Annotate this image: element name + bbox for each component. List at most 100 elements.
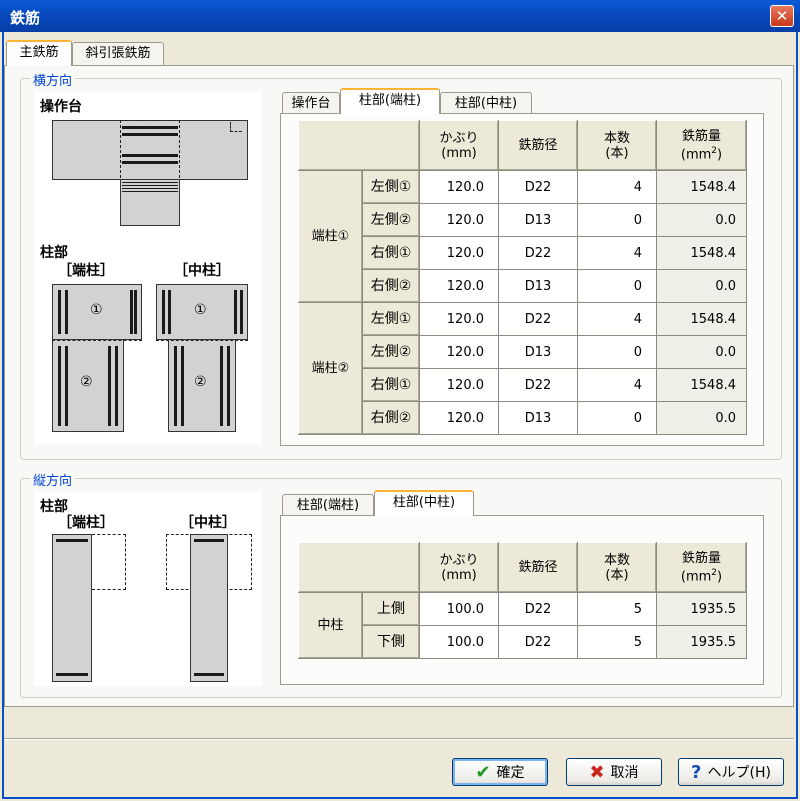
cover-cell[interactable]: 120.0 xyxy=(419,302,499,336)
rebar-line xyxy=(122,126,178,129)
tab-label: 柱部(中柱) xyxy=(392,495,456,510)
diameter-cell[interactable]: D22 xyxy=(498,302,578,336)
rebar-line xyxy=(122,188,178,189)
header-text: かぶり xyxy=(439,130,479,146)
header-text: かぶり xyxy=(439,552,479,568)
diameter-header: 鉄筋径 xyxy=(498,120,578,171)
side-label: 下側 xyxy=(362,625,420,659)
cover-cell[interactable]: 100.0 xyxy=(419,625,499,659)
ok-button[interactable]: ✔ 確定 xyxy=(452,758,548,786)
tab-label: 柱部(中柱) xyxy=(454,96,518,111)
tab-diagonal-rebar[interactable]: 斜引張鉄筋 xyxy=(72,42,164,66)
diagram-label-end-column: ［端柱］ xyxy=(58,515,114,531)
diagram-label-mid-column: ［中柱］ xyxy=(174,263,230,279)
rebar-line xyxy=(56,539,88,542)
diameter-cell[interactable]: D13 xyxy=(498,401,578,435)
diameter-cell[interactable]: D22 xyxy=(498,625,578,659)
table-row: 右側② 120.0 D13 0 0.0 xyxy=(299,269,747,303)
tab-column-mid[interactable]: 柱部(中柱) xyxy=(374,490,474,516)
table-row: 右側② 120.0 D13 0 0.0 xyxy=(299,401,747,435)
diameter-cell[interactable]: D13 xyxy=(498,269,578,303)
table-row: 中柱 上側 100.0 D22 5 1935.5 xyxy=(298,592,747,659)
rebar-line xyxy=(174,346,177,426)
amount-cell: 0.0 xyxy=(656,269,747,303)
amount-cell: 0.0 xyxy=(656,401,747,435)
rebar-line xyxy=(122,161,178,164)
cancel-label: 取消 xyxy=(610,765,639,781)
rebar-line xyxy=(227,346,230,426)
count-cell[interactable]: 0 xyxy=(577,335,657,369)
cancel-button[interactable]: ✖ 取消 xyxy=(566,758,662,786)
diameter-cell[interactable]: D22 xyxy=(498,236,578,270)
count-cell[interactable]: 5 xyxy=(577,592,657,626)
cover-cell[interactable]: 100.0 xyxy=(419,592,499,626)
count-cell[interactable]: 0 xyxy=(577,401,657,435)
vertical-group-label: 縦方向 xyxy=(30,470,76,489)
table-row: 端柱① 左側① 120.0 D22 4 1548.4 xyxy=(298,170,747,303)
vertical-rebar-table: かぶり (mm) 鉄筋径 本数 (本) 鉄筋量 (mm2) 中柱 上側 100.0 D… xyxy=(298,542,747,659)
group-label: 中柱 xyxy=(298,592,363,659)
amount-cell: 1548.4 xyxy=(656,368,747,402)
amount-cell: 1548.4 xyxy=(656,302,747,336)
header-unit: (本) xyxy=(605,145,629,161)
count-cell[interactable]: 0 xyxy=(577,203,657,237)
side-label: 右側② xyxy=(362,401,420,435)
diameter-cell[interactable]: D13 xyxy=(498,335,578,369)
amount-cell: 1548.4 xyxy=(656,236,747,270)
count-cell[interactable]: 4 xyxy=(577,236,657,270)
diagram-label-column: 柱部 xyxy=(40,245,68,261)
count-cell[interactable]: 4 xyxy=(577,368,657,402)
count-cell[interactable]: 4 xyxy=(577,170,657,204)
amount-cell: 0.0 xyxy=(656,335,747,369)
horizontal-diagram: 操作台 柱部 ［端柱］ ［中柱］ ① ② ① ② xyxy=(34,92,262,444)
cover-cell[interactable]: 120.0 xyxy=(419,203,499,237)
amount-header: 鉄筋量 (mm2) xyxy=(656,542,747,593)
diameter-cell[interactable]: D22 xyxy=(498,170,578,204)
count-cell[interactable]: 5 xyxy=(577,625,657,659)
horizontal-rebar-table: かぶり (mm) 鉄筋径 本数 (本) 鉄筋量 (mm2) 端柱① 左側① 120.0… xyxy=(298,120,747,435)
cover-cell[interactable]: 120.0 xyxy=(419,269,499,303)
cover-cell[interactable]: 120.0 xyxy=(419,335,499,369)
platform-column-shape xyxy=(120,180,180,226)
close-icon: ✕ xyxy=(775,7,789,25)
diameter-cell[interactable]: D13 xyxy=(498,203,578,237)
rebar-line xyxy=(122,191,178,192)
cover-cell[interactable]: 120.0 xyxy=(419,401,499,435)
tab-main-rebar[interactable]: 主鉄筋 xyxy=(6,40,72,66)
corner-header xyxy=(298,120,420,171)
mid-column-shape xyxy=(190,534,228,682)
corner-header xyxy=(298,542,420,593)
rebar-line xyxy=(115,346,118,426)
amount-cell: 1935.5 xyxy=(656,592,747,626)
side-label: 左側① xyxy=(362,170,420,204)
table-row: 端柱② 左側① 120.0 D22 4 1548.4 xyxy=(298,302,747,435)
divider-dash xyxy=(156,340,248,341)
horizontal-group-label: 横方向 xyxy=(30,70,76,89)
cover-cell[interactable]: 120.0 xyxy=(419,170,499,204)
help-button[interactable]: ? ヘルプ(H) xyxy=(678,758,784,786)
cover-cell[interactable]: 120.0 xyxy=(419,236,499,270)
corner-mark xyxy=(230,122,242,132)
diagram-label-mid-column: ［中柱］ xyxy=(180,515,236,531)
tab-column-end[interactable]: 柱部(端柱) xyxy=(340,88,440,114)
divider-dash xyxy=(52,340,142,341)
rebar-line xyxy=(181,346,184,426)
diameter-cell[interactable]: D22 xyxy=(498,368,578,402)
table-row: 右側① 120.0 D22 4 1548.4 xyxy=(299,236,747,270)
cover-cell[interactable]: 120.0 xyxy=(419,368,499,402)
count-cell[interactable]: 4 xyxy=(577,302,657,336)
rebar-line xyxy=(122,185,178,186)
cover-header: かぶり (mm) xyxy=(419,542,499,593)
side-label: 左側② xyxy=(362,335,420,369)
side-label: 右側① xyxy=(362,368,420,402)
rebar-line xyxy=(168,290,171,334)
close-button[interactable]: ✕ xyxy=(770,5,794,27)
count-cell[interactable]: 0 xyxy=(577,269,657,303)
vertical-diagram: 柱部 ［端柱］ ［中柱］ xyxy=(34,492,262,686)
tab-label: 柱部(端柱) xyxy=(358,93,422,108)
diameter-cell[interactable]: D22 xyxy=(498,592,578,626)
amount-cell: 0.0 xyxy=(656,203,747,237)
header-unit: (本) xyxy=(605,567,629,583)
header-unit-close: ) xyxy=(717,569,723,585)
header-unit-close: ) xyxy=(717,147,723,163)
